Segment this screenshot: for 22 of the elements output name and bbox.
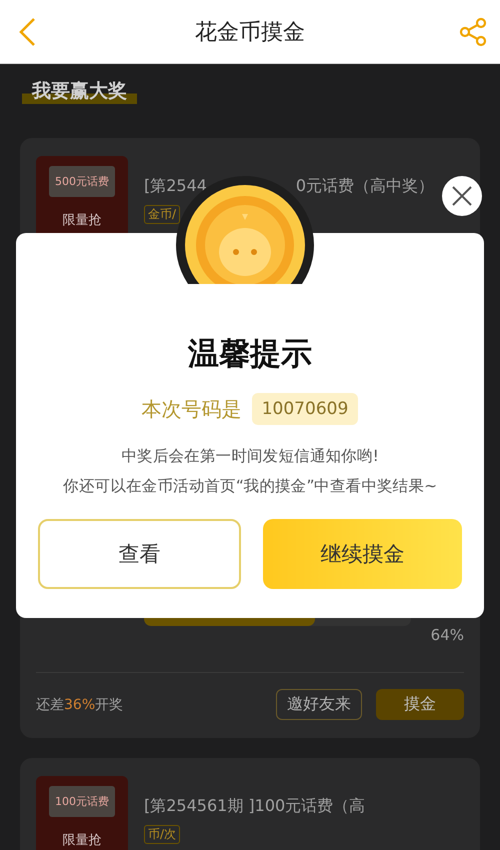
page-title: 花金币摸金 xyxy=(195,18,305,46)
dialog-message: 中奖后会在第一时间发短信通知你哟! 你还可以在金币活动首页“我的摸金”中查看中奖结果~ xyxy=(63,446,437,497)
code-label: 本次号码是 xyxy=(142,396,242,422)
code-number: 10070609 xyxy=(252,393,358,425)
prize-title: 0元话费（高中奖） xyxy=(296,176,434,197)
prize-image-caption: 限量抢 xyxy=(62,212,102,229)
cost-tag: 币/次 xyxy=(144,825,180,844)
progress-percent: 64% xyxy=(430,625,464,644)
dialog-button[interactable]: 查看 xyxy=(38,519,241,589)
close-icon xyxy=(451,185,473,207)
dialog-title: 温馨提示 xyxy=(188,335,312,374)
prize-image-caption: 限量抢 xyxy=(62,832,102,849)
cost-tag: 金币/ xyxy=(144,205,180,224)
invite-button[interactable]: 邀好友来 xyxy=(276,689,362,720)
prize-image-label: 500元话费 xyxy=(49,166,115,197)
dialog-button[interactable]: 继续摸金 xyxy=(263,519,462,589)
prize-image-label: 100元话费 xyxy=(49,786,115,817)
section-title: 我要赢大奖 xyxy=(22,78,137,104)
draw-button[interactable]: 摸金 xyxy=(376,689,464,720)
prize-title: [第254561期 ]100元话费（高 xyxy=(144,796,366,817)
remaining-text: 还差36%开奖 xyxy=(36,696,124,714)
prize-title: [第2544 xyxy=(144,176,207,197)
